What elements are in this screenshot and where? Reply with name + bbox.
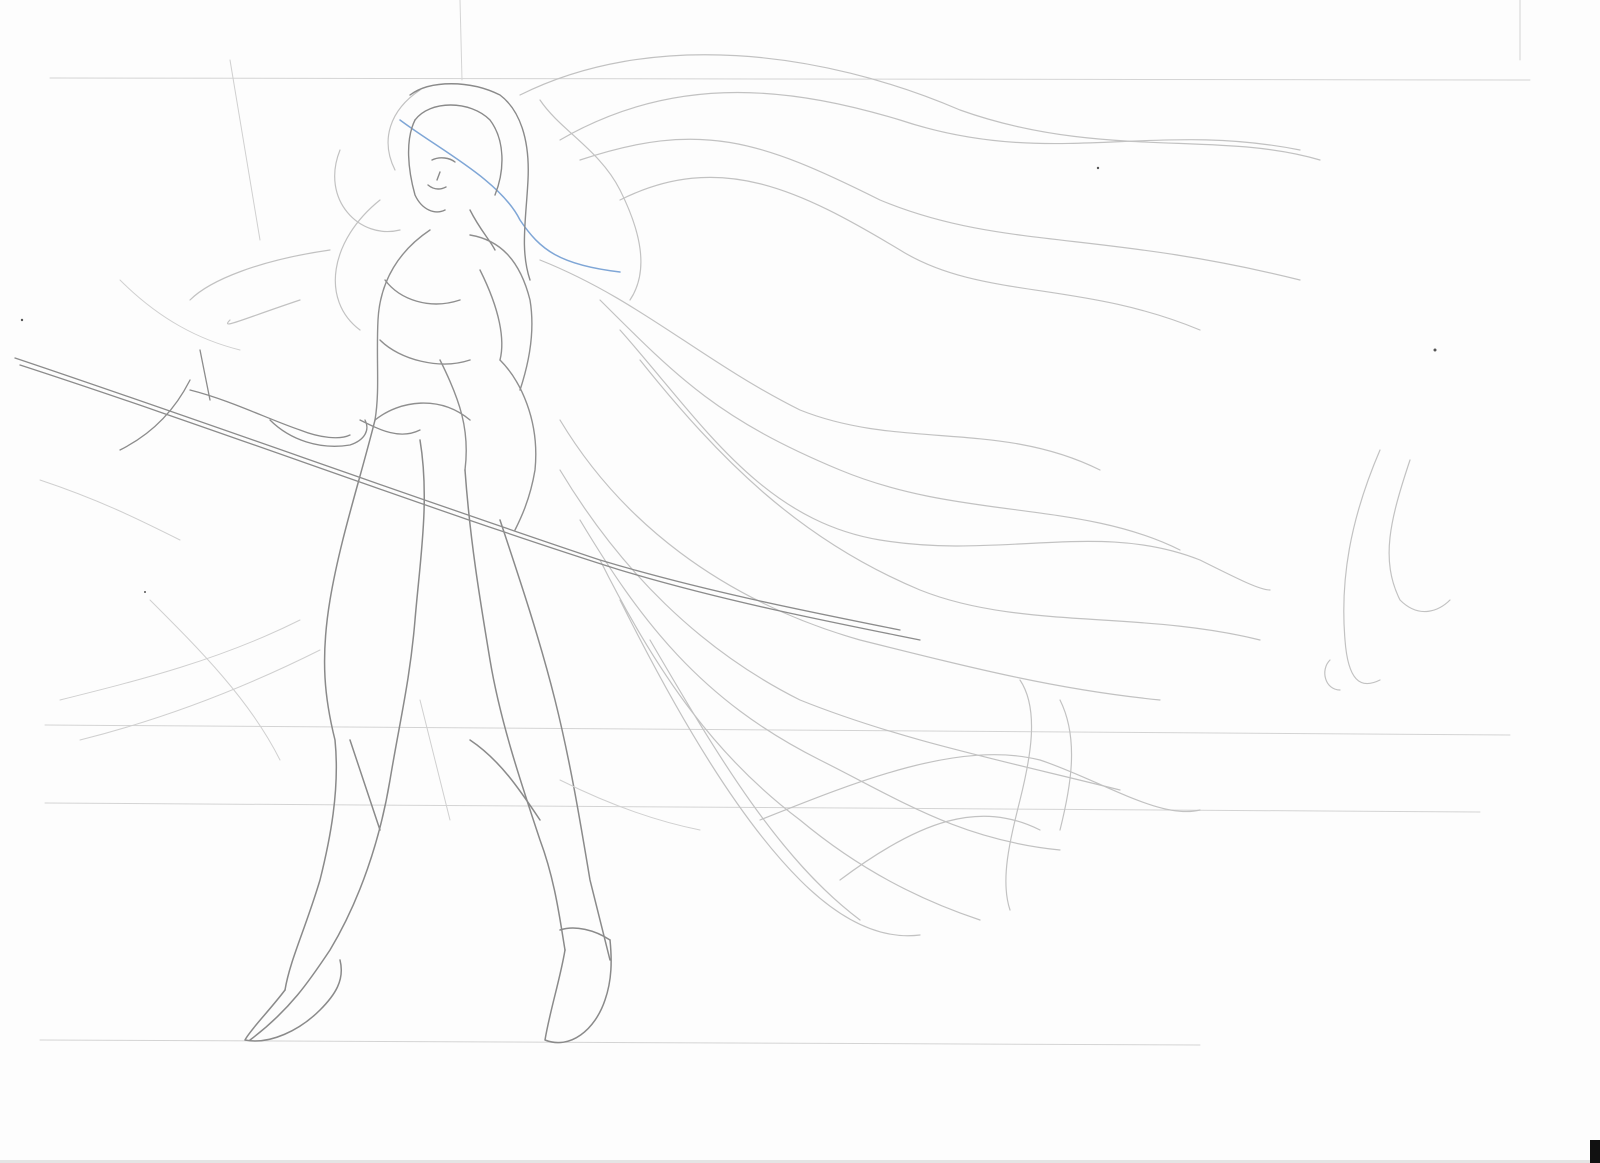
figure-torso (374, 229, 537, 531)
sketch-drawing (14, 0, 1531, 1046)
scan-specks (20, 166, 1437, 593)
flowing-hair-strands (189, 54, 1451, 937)
scan-corner-mark (1590, 1140, 1600, 1163)
blue-pencil-strand (399, 119, 621, 273)
gesture-strokes (39, 59, 701, 831)
sketch-paper (0, 0, 1600, 1163)
figure-head (407, 83, 531, 281)
